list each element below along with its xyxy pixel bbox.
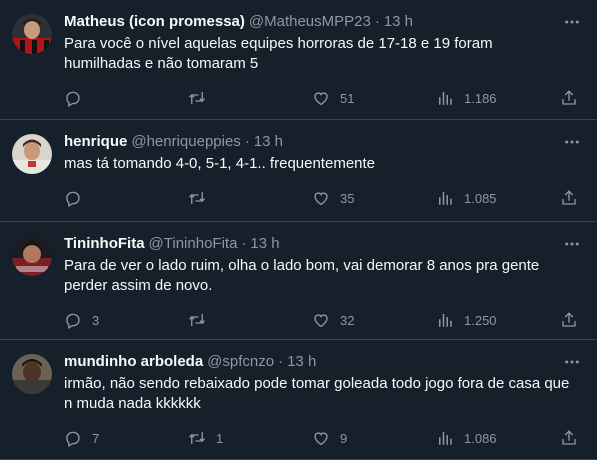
reply-button[interactable] bbox=[64, 189, 188, 207]
like-count: 9 bbox=[340, 430, 348, 446]
share-icon bbox=[562, 312, 576, 327]
separator-dot: · bbox=[374, 13, 380, 30]
heart-icon bbox=[314, 92, 328, 106]
retweet-icon bbox=[189, 432, 205, 444]
display-name[interactable]: mundinho arboleda bbox=[64, 352, 203, 372]
view-count: 1.085 bbox=[464, 190, 497, 206]
reply-icon bbox=[66, 191, 80, 207]
view-count: 1.186 bbox=[464, 90, 497, 106]
like-count: 32 bbox=[340, 312, 355, 328]
action-bar: 35 1.085 bbox=[64, 184, 581, 212]
views-icon bbox=[439, 192, 452, 205]
more-icon[interactable] bbox=[561, 12, 583, 32]
retweet-button[interactable] bbox=[188, 189, 312, 207]
views-button[interactable]: 1.086 bbox=[436, 429, 560, 447]
separator-dot: · bbox=[278, 353, 284, 370]
views-icon bbox=[439, 432, 452, 445]
share-icon bbox=[562, 430, 576, 445]
share-icon bbox=[562, 190, 576, 205]
tweet-matheus[interactable]: Matheus (icon promessa) @MatheusMPP23 · … bbox=[0, 0, 597, 120]
retweet-button[interactable] bbox=[188, 89, 312, 107]
views-button[interactable]: 1.250 bbox=[436, 311, 560, 329]
reply-icon bbox=[66, 91, 80, 107]
retweet-icon bbox=[189, 92, 205, 104]
more-icon[interactable] bbox=[561, 234, 583, 254]
action-bar: 51 1.186 bbox=[64, 84, 581, 112]
more-icon[interactable] bbox=[561, 352, 583, 372]
reply-count: 7 bbox=[92, 430, 100, 446]
retweet-icon bbox=[189, 314, 205, 326]
share-button[interactable] bbox=[560, 89, 580, 107]
avatar[interactable] bbox=[12, 236, 52, 276]
like-button[interactable]: 35 bbox=[312, 189, 436, 207]
timestamp[interactable]: 13 h bbox=[384, 12, 413, 32]
views-button[interactable]: 1.186 bbox=[436, 89, 560, 107]
share-icon bbox=[562, 90, 576, 105]
separator-dot: · bbox=[244, 133, 250, 150]
display-name[interactable]: TininhoFita bbox=[64, 234, 145, 254]
view-count: 1.250 bbox=[464, 312, 497, 328]
avatar[interactable] bbox=[12, 354, 52, 394]
timestamp[interactable]: 13 h bbox=[250, 234, 279, 254]
tweet-header: TininhoFita @TininhoFita · 13 h bbox=[64, 234, 581, 254]
tweet-mundinho[interactable]: mundinho arboleda @spfcnzo · 13 h irmão,… bbox=[0, 340, 597, 460]
heart-icon bbox=[314, 314, 328, 328]
display-name[interactable]: Matheus (icon promessa) bbox=[64, 12, 245, 32]
avatar[interactable] bbox=[12, 14, 52, 54]
views-icon bbox=[439, 92, 452, 105]
user-handle[interactable]: @TininhoFita bbox=[149, 234, 238, 254]
tweet-header: mundinho arboleda @spfcnzo · 13 h bbox=[64, 352, 581, 372]
share-button[interactable] bbox=[560, 429, 580, 447]
reply-feed: Matheus (icon promessa) @MatheusMPP23 · … bbox=[0, 0, 597, 460]
user-handle[interactable]: @MatheusMPP23 bbox=[249, 12, 371, 32]
tweet-text: Para você o nível aquelas equipes horror… bbox=[64, 35, 493, 72]
tweet-header: henrique @henriqueppies · 13 h bbox=[64, 132, 581, 152]
like-button[interactable]: 32 bbox=[312, 311, 436, 329]
reply-count: 3 bbox=[92, 312, 100, 328]
user-handle[interactable]: @henriqueppies bbox=[131, 132, 240, 152]
tweet-text: Para de ver o lado ruim, olha o lado bom… bbox=[64, 257, 540, 294]
action-bar: 7 1 9 1.086 bbox=[64, 424, 581, 452]
reply-button[interactable]: 7 bbox=[64, 429, 188, 447]
views-button[interactable]: 1.085 bbox=[436, 189, 560, 207]
reply-button[interactable] bbox=[64, 89, 188, 107]
more-icon[interactable] bbox=[561, 132, 583, 152]
display-name[interactable]: henrique bbox=[64, 132, 127, 152]
share-button[interactable] bbox=[560, 311, 580, 329]
reply-icon bbox=[66, 431, 80, 447]
tweet-text: mas tá tomando 4-0, 5-1, 4-1.. frequente… bbox=[64, 155, 376, 172]
reply-icon bbox=[66, 313, 80, 329]
tweet-header: Matheus (icon promessa) @MatheusMPP23 · … bbox=[64, 12, 581, 32]
timestamp[interactable]: 13 h bbox=[287, 352, 316, 372]
tweet-text: irmão, não sendo rebaixado pode tomar go… bbox=[64, 375, 570, 412]
like-button[interactable]: 51 bbox=[312, 89, 436, 107]
heart-icon bbox=[314, 432, 328, 446]
like-count: 35 bbox=[340, 190, 355, 206]
timestamp[interactable]: 13 h bbox=[254, 132, 283, 152]
share-button[interactable] bbox=[560, 189, 580, 207]
like-count: 51 bbox=[340, 90, 355, 106]
heart-icon bbox=[314, 192, 328, 206]
user-handle[interactable]: @spfcnzo bbox=[207, 352, 274, 372]
tweet-henrique[interactable]: henrique @henriqueppies · 13 h mas tá to… bbox=[0, 120, 597, 222]
separator-dot: · bbox=[241, 235, 247, 252]
retweet-count: 1 bbox=[216, 430, 224, 446]
retweet-button[interactable] bbox=[188, 311, 312, 329]
retweet-icon bbox=[189, 192, 205, 204]
like-button[interactable]: 9 bbox=[312, 429, 436, 447]
action-bar: 3 32 1.250 bbox=[64, 306, 581, 334]
retweet-button[interactable]: 1 bbox=[188, 429, 312, 447]
tweet-tininhofita[interactable]: TininhoFita @TininhoFita · 13 h Para de … bbox=[0, 222, 597, 340]
reply-button[interactable]: 3 bbox=[64, 311, 188, 329]
view-count: 1.086 bbox=[464, 430, 497, 446]
views-icon bbox=[439, 314, 452, 327]
avatar[interactable] bbox=[12, 134, 52, 174]
